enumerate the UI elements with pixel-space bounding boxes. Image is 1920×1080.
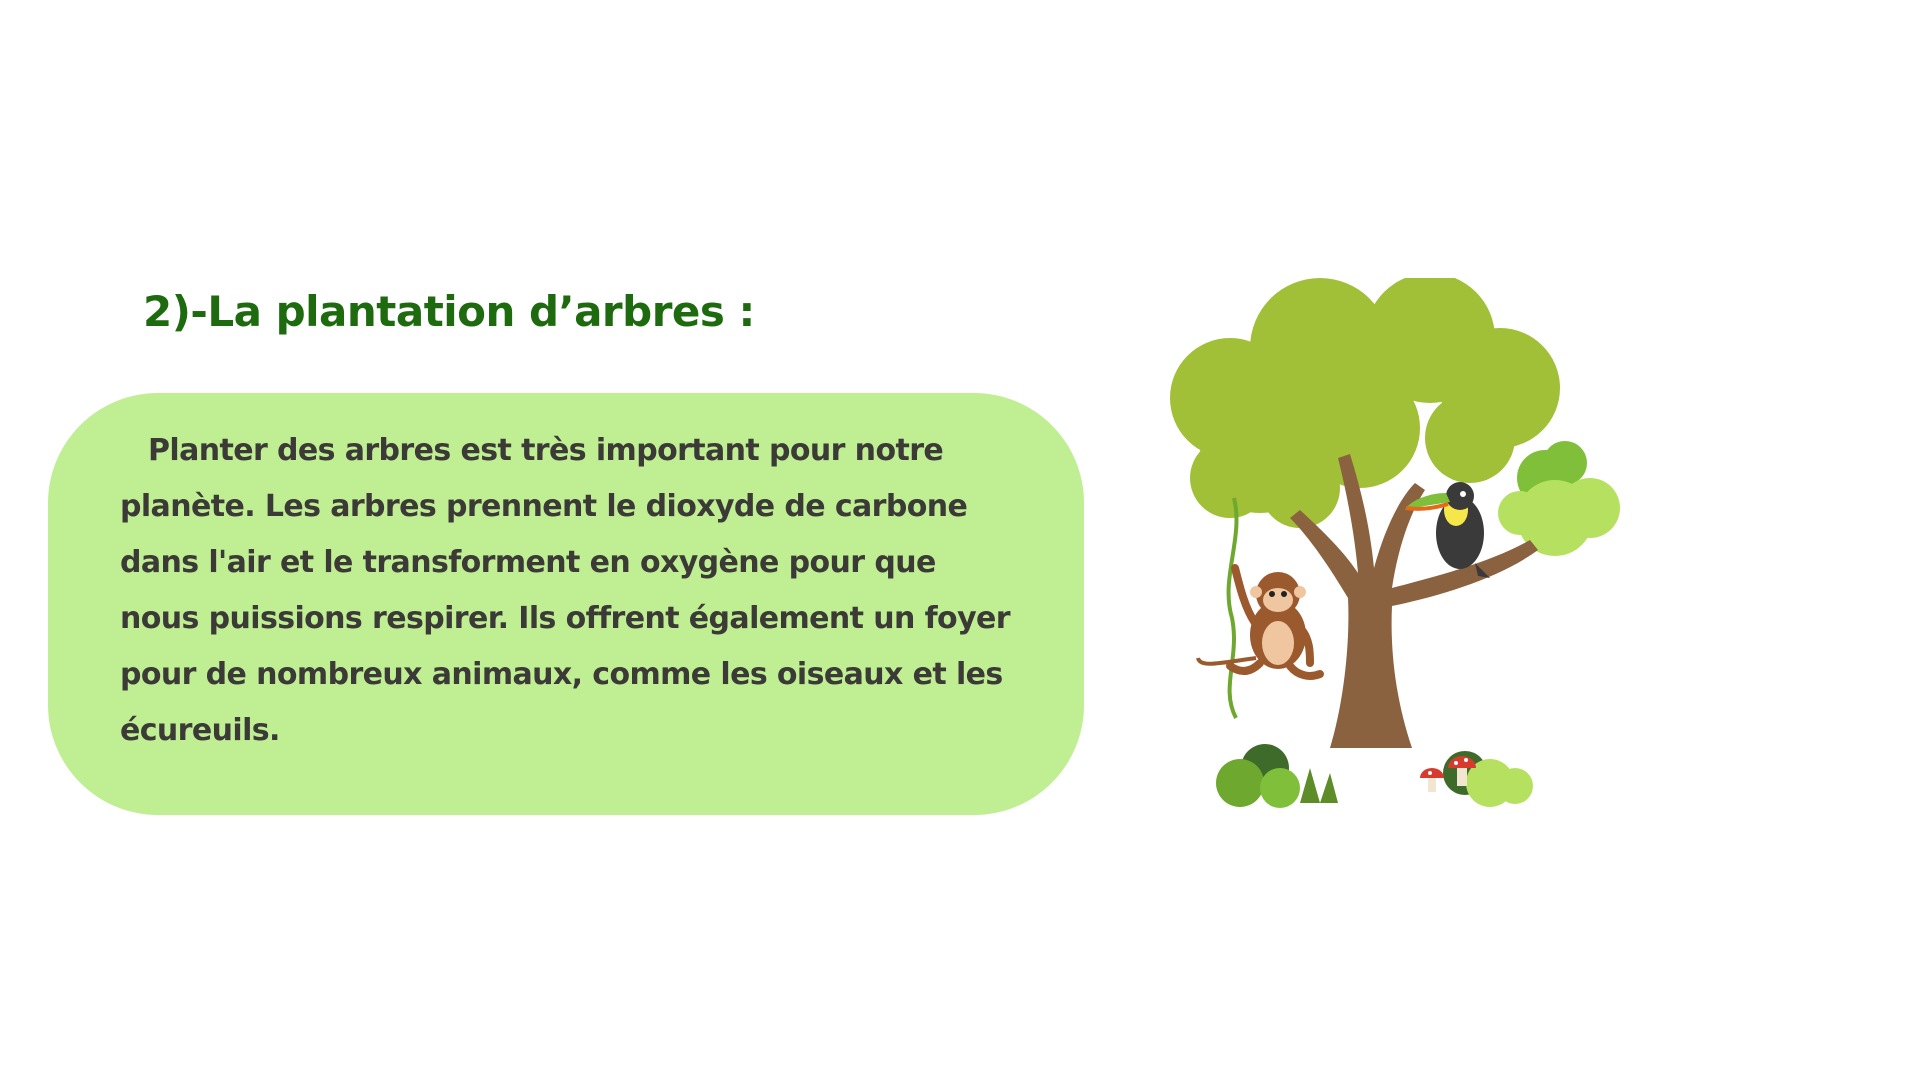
- branch-leaves: [1498, 441, 1620, 556]
- tree-illustration: [1170, 278, 1620, 808]
- vine: [1226, 497, 1239, 719]
- ground-bushes: [1216, 744, 1533, 808]
- slide: 2)-La plantation d’arbres : Planter des …: [0, 0, 1920, 1080]
- tree-canopy: [1170, 278, 1560, 528]
- monkey: [1196, 564, 1324, 680]
- card-paragraph: Planter des arbres est très important po…: [120, 433, 1011, 748]
- section-heading: 2)-La plantation d’arbres :: [143, 287, 755, 336]
